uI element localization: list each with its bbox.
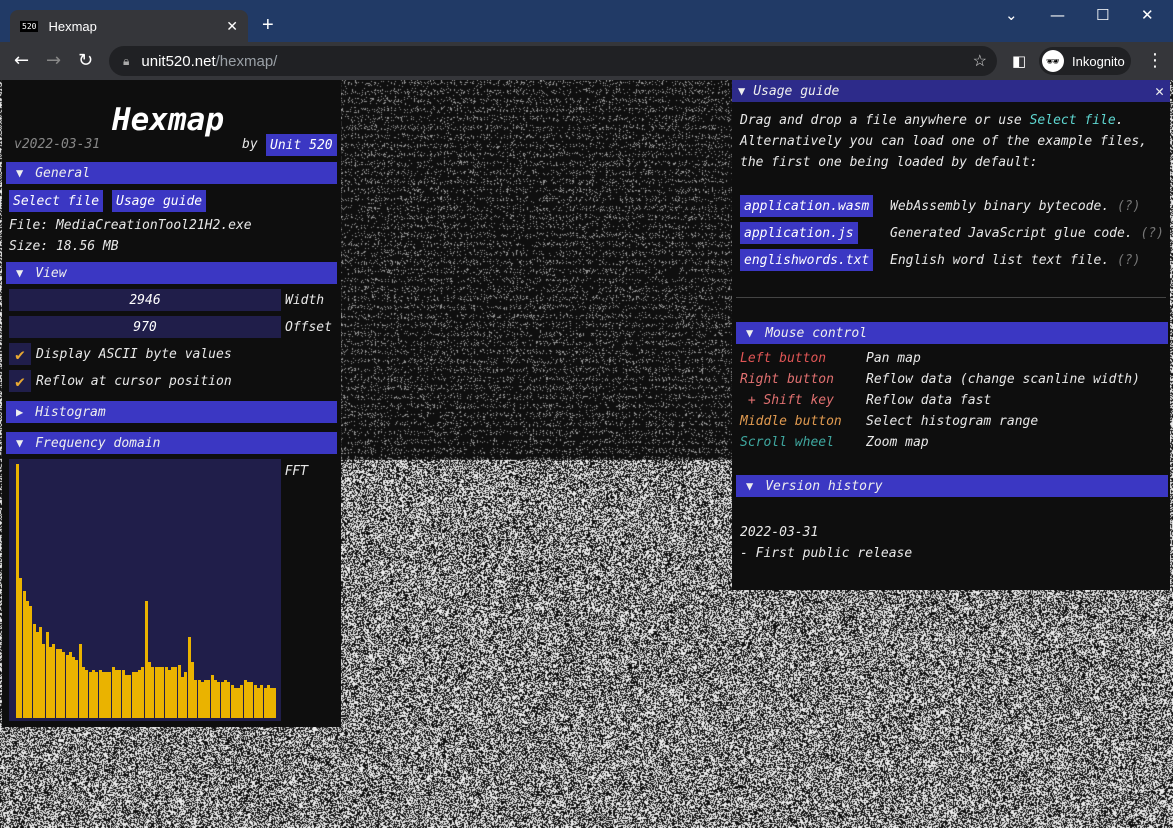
- reload-button[interactable]: ↻: [78, 50, 93, 71]
- display-ascii-label: Display ASCII byte values: [36, 347, 232, 362]
- example-file-button[interactable]: application.js: [740, 222, 858, 244]
- intro-text-2: Alternatively you can load one of the ex…: [740, 134, 1147, 149]
- example-description: English word list text file.: [890, 253, 1109, 268]
- expand-arrow-icon: ▶: [16, 405, 23, 419]
- usage-guide-button[interactable]: Usage guide: [112, 190, 206, 212]
- collapse-arrow-icon: ▼: [746, 479, 753, 493]
- header-label: Mouse control: [765, 326, 867, 341]
- frequency-domain-header[interactable]: ▼ Frequency domain: [6, 432, 337, 454]
- header-label: View: [35, 266, 66, 281]
- histogram-header[interactable]: ▶ Histogram: [6, 401, 337, 423]
- mouse-key: + Shift key: [740, 393, 834, 408]
- view-header[interactable]: ▼ View: [6, 262, 337, 284]
- select-file-link[interactable]: Select file: [1030, 113, 1116, 128]
- mouse-key: Middle button: [740, 414, 842, 429]
- example-description: Generated JavaScript glue code.: [890, 226, 1133, 241]
- offset-label: Offset: [285, 320, 332, 335]
- minimize-button[interactable]: —: [1050, 6, 1065, 24]
- mouse-action: Reflow data fast: [866, 393, 991, 408]
- menu-icon[interactable]: ⋮: [1146, 50, 1164, 71]
- by-label: by: [242, 137, 258, 152]
- url-path: /hexmap/: [216, 53, 278, 70]
- mouse-action: Select histogram range: [866, 414, 1038, 429]
- intro-text-3: the first one being loaded by default:: [740, 155, 1037, 170]
- forward-button[interactable]: →: [46, 50, 61, 71]
- header-label: General: [35, 166, 90, 181]
- tab-title: Hexmap: [48, 19, 226, 34]
- new-tab-button[interactable]: +: [262, 14, 274, 37]
- file-name: File: MediaCreationTool21H2.exe: [9, 218, 252, 233]
- collapse-arrow-icon: ▼: [16, 436, 23, 450]
- side-panel-icon[interactable]: ◧: [1012, 52, 1026, 70]
- collapse-arrow-icon: ▼: [16, 266, 23, 280]
- help-marker[interactable]: (?): [1117, 253, 1140, 268]
- fft-plot[interactable]: [9, 459, 281, 721]
- version-history-header[interactable]: ▼ Version history: [736, 475, 1168, 497]
- reflow-label: Reflow at cursor position: [36, 374, 232, 389]
- usage-guide-window: ▼ Usage guide ✕ Drag and drop a file anywh…: [732, 80, 1170, 590]
- version-date: 2022-03-31: [740, 525, 818, 540]
- version-note: - First public release: [740, 546, 912, 561]
- usage-guide-titlebar[interactable]: ▼ Usage guide ✕: [732, 80, 1170, 102]
- app-title: Hexmap: [112, 102, 224, 138]
- address-bar[interactable]: 🔒︎ unit520.net/hexmap/ ☆: [109, 46, 997, 76]
- collapse-arrow-icon: ▼: [746, 326, 753, 340]
- example-file-button[interactable]: application.wasm: [740, 195, 873, 217]
- intro-period: .: [1116, 113, 1124, 128]
- reflow-checkbox[interactable]: ✔: [9, 370, 31, 392]
- main-panel: Hexmap v2022-03-31 by Unit 520 ▼ General …: [2, 80, 341, 727]
- fft-bar: [273, 688, 276, 718]
- lock-icon: 🔒︎: [123, 54, 129, 69]
- width-input[interactable]: 2946: [9, 289, 281, 311]
- intro-text: Drag and drop a file anywhere or use: [740, 113, 1030, 128]
- profile-label: Inkognito: [1072, 54, 1125, 69]
- author-button[interactable]: Unit 520: [266, 134, 337, 156]
- general-header[interactable]: ▼ General: [6, 162, 337, 184]
- collapse-arrow-icon: ▼: [16, 166, 23, 180]
- incognito-icon: 🕶︎: [1042, 50, 1064, 72]
- display-ascii-checkbox[interactable]: ✔: [9, 343, 31, 365]
- mouse-action: Reflow data (change scanline width): [866, 372, 1140, 387]
- bookmark-star-icon[interactable]: ☆: [973, 51, 987, 71]
- example-file-button[interactable]: englishwords.txt: [740, 249, 873, 271]
- close-icon[interactable]: ✕: [1155, 82, 1164, 100]
- header-label: Frequency domain: [35, 436, 160, 451]
- profile-button[interactable]: 🕶︎ Inkognito: [1039, 47, 1131, 75]
- window-title: Usage guide: [753, 84, 839, 99]
- mouse-control-header[interactable]: ▼ Mouse control: [736, 322, 1168, 344]
- url-host: unit520.net: [141, 53, 215, 70]
- mouse-key: Scroll wheel: [740, 435, 834, 450]
- example-description: WebAssembly binary bytecode.: [890, 199, 1109, 214]
- close-window-button[interactable]: ✕: [1141, 6, 1154, 24]
- back-button[interactable]: ←: [14, 50, 29, 71]
- help-marker[interactable]: (?): [1140, 226, 1163, 241]
- collapse-arrow-icon: ▼: [738, 84, 745, 98]
- close-tab-icon[interactable]: ✕: [226, 18, 238, 35]
- mouse-action: Pan map: [866, 351, 921, 366]
- header-label: Version history: [765, 479, 882, 494]
- maximize-button[interactable]: ☐: [1096, 6, 1109, 24]
- favicon: 520: [20, 21, 38, 32]
- mouse-action: Zoom map: [866, 435, 929, 450]
- width-label: Width: [285, 293, 324, 308]
- version-label: v2022-03-31: [14, 137, 100, 152]
- browser-toolbar: ← → ↻ 🔒︎ unit520.net/hexmap/ ☆ ◧ 🕶︎ Inko…: [0, 42, 1173, 80]
- mouse-key: Right button: [740, 372, 834, 387]
- help-marker[interactable]: (?): [1117, 199, 1140, 214]
- file-size: Size: 18.56 MB: [9, 239, 119, 254]
- chevron-down-icon[interactable]: ⌄: [1005, 6, 1018, 24]
- divider: [736, 297, 1166, 298]
- offset-input[interactable]: 970: [9, 316, 281, 338]
- mouse-key: Left button: [740, 351, 826, 366]
- tab-hexmap[interactable]: 520 Hexmap ✕: [10, 10, 248, 42]
- select-file-button[interactable]: Select file: [9, 190, 103, 212]
- title-bar: 520 Hexmap ✕ + ⌄ — ☐ ✕: [0, 0, 1173, 42]
- header-label: Histogram: [35, 405, 105, 420]
- fft-label: FFT: [285, 464, 308, 479]
